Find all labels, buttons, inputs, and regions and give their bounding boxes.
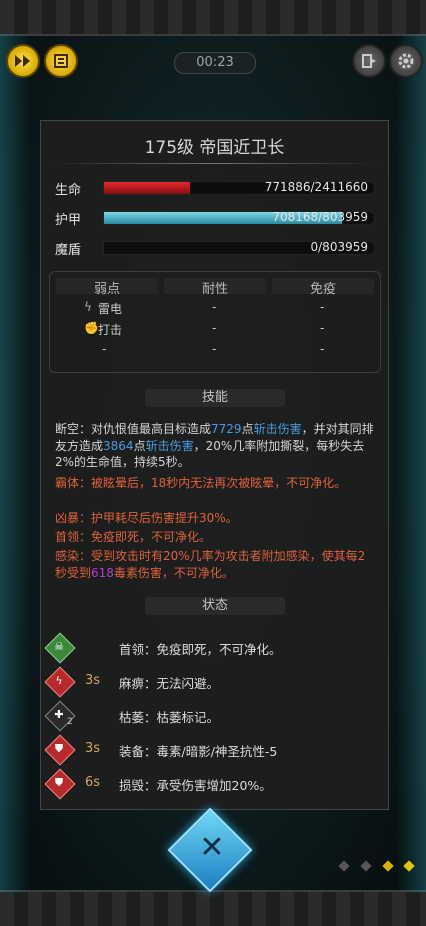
header-weakness: 弱点 bbox=[56, 278, 158, 297]
immunity-2: - bbox=[320, 321, 325, 335]
fast-forward-button[interactable] bbox=[6, 44, 40, 78]
hp-label: 生命 bbox=[55, 183, 82, 198]
header-immunity: 免疫 bbox=[272, 278, 374, 297]
shield-icon: ⛊ bbox=[54, 742, 64, 755]
close-icon[interactable]: ✕ bbox=[196, 830, 228, 866]
status-row: ϟ 3s 麻痹：无法闪避。 bbox=[44, 666, 379, 698]
skill-duankong: 断空：对仇恨值最高目标造成7729点斩击伤害，并对其同排友方造成3864点斩击伤… bbox=[55, 422, 374, 469]
header-resistance: 耐性 bbox=[164, 278, 266, 297]
menu-button[interactable] bbox=[44, 44, 78, 78]
shield-icon: ⛊ bbox=[54, 776, 64, 789]
weakness-3: - bbox=[102, 342, 107, 356]
immunity-1: - bbox=[320, 300, 325, 314]
resistance-3: - bbox=[212, 342, 217, 356]
exit-button[interactable] bbox=[352, 44, 386, 78]
wither-icon: ✚ bbox=[54, 708, 64, 721]
armor-label: 护甲 bbox=[55, 213, 82, 228]
skill-xiongbao: 凶暴：护甲耗尽后伤害提升30%。 bbox=[55, 511, 238, 525]
left-glow bbox=[0, 34, 30, 892]
status-row: ☠ 首领：免疫即死，不可净化。 bbox=[44, 632, 379, 664]
paralysis-icon: ϟ bbox=[55, 674, 63, 687]
skull-icon: ☠ bbox=[54, 640, 64, 653]
strike-icon: ✊ bbox=[84, 321, 99, 335]
page-indicator-active bbox=[382, 860, 394, 872]
status-row: ✚ 2 枯萎：枯萎标记。 bbox=[44, 700, 379, 732]
resistance-2: - bbox=[212, 321, 217, 335]
hp-value: 771886/2411660 bbox=[264, 180, 368, 194]
right-glow bbox=[396, 34, 426, 892]
weakness-2: 打击 bbox=[98, 323, 123, 337]
lightning-icon: ϟ bbox=[84, 300, 92, 314]
skill-shouling: 首领：免疫即死，不可净化。 bbox=[55, 530, 212, 544]
resistance-table: 弱点 耐性 免疫 ϟ 雷电 ✊ 打击 - - - - - - - bbox=[49, 271, 381, 373]
page-indicator bbox=[360, 860, 372, 872]
weakness-1: 雷电 bbox=[98, 302, 123, 316]
skill-bati: 霸体：被眩晕后，18秒内无法再次被眩晕，不可净化。 bbox=[55, 476, 347, 490]
boss-title: 175级 帝国近卫长 bbox=[144, 138, 285, 158]
armor-value: 708168/803959 bbox=[272, 210, 368, 224]
top-frame bbox=[0, 0, 426, 36]
status-row: ⛊ 3s 装备：毒素/暗影/神圣抗性-5 bbox=[44, 734, 379, 766]
battle-timer: 00:23 bbox=[174, 52, 256, 74]
hp-bar-fill bbox=[104, 182, 191, 194]
menu-icon bbox=[54, 54, 68, 68]
exit-icon bbox=[362, 54, 376, 68]
settings-button[interactable] bbox=[389, 44, 423, 78]
immunity-3: - bbox=[320, 342, 325, 356]
fast-forward-icon bbox=[15, 55, 30, 67]
stack-count: 2 bbox=[67, 717, 73, 727]
shield-value: 0/803959 bbox=[310, 240, 369, 254]
bottom-frame bbox=[0, 890, 426, 926]
page-indicator bbox=[338, 860, 350, 872]
skill-ganran: 感染：受到攻击时有20%几率为攻击者附加感染，使其每2秒受到618毒素伤害，不可… bbox=[55, 549, 366, 580]
resistance-1: - bbox=[212, 300, 217, 314]
skills-header: 技能 bbox=[145, 389, 285, 407]
status-row: ⛊ 6s 损毁：承受伤害增加20%。 bbox=[44, 768, 379, 800]
boss-info-panel: 175级 帝国近卫长 生命 771886/2411660 护甲 708168/8… bbox=[40, 120, 389, 810]
shield-label: 魔盾 bbox=[55, 243, 82, 258]
title-divider bbox=[51, 163, 378, 164]
gear-icon bbox=[398, 53, 414, 69]
status-header: 状态 bbox=[145, 597, 285, 615]
